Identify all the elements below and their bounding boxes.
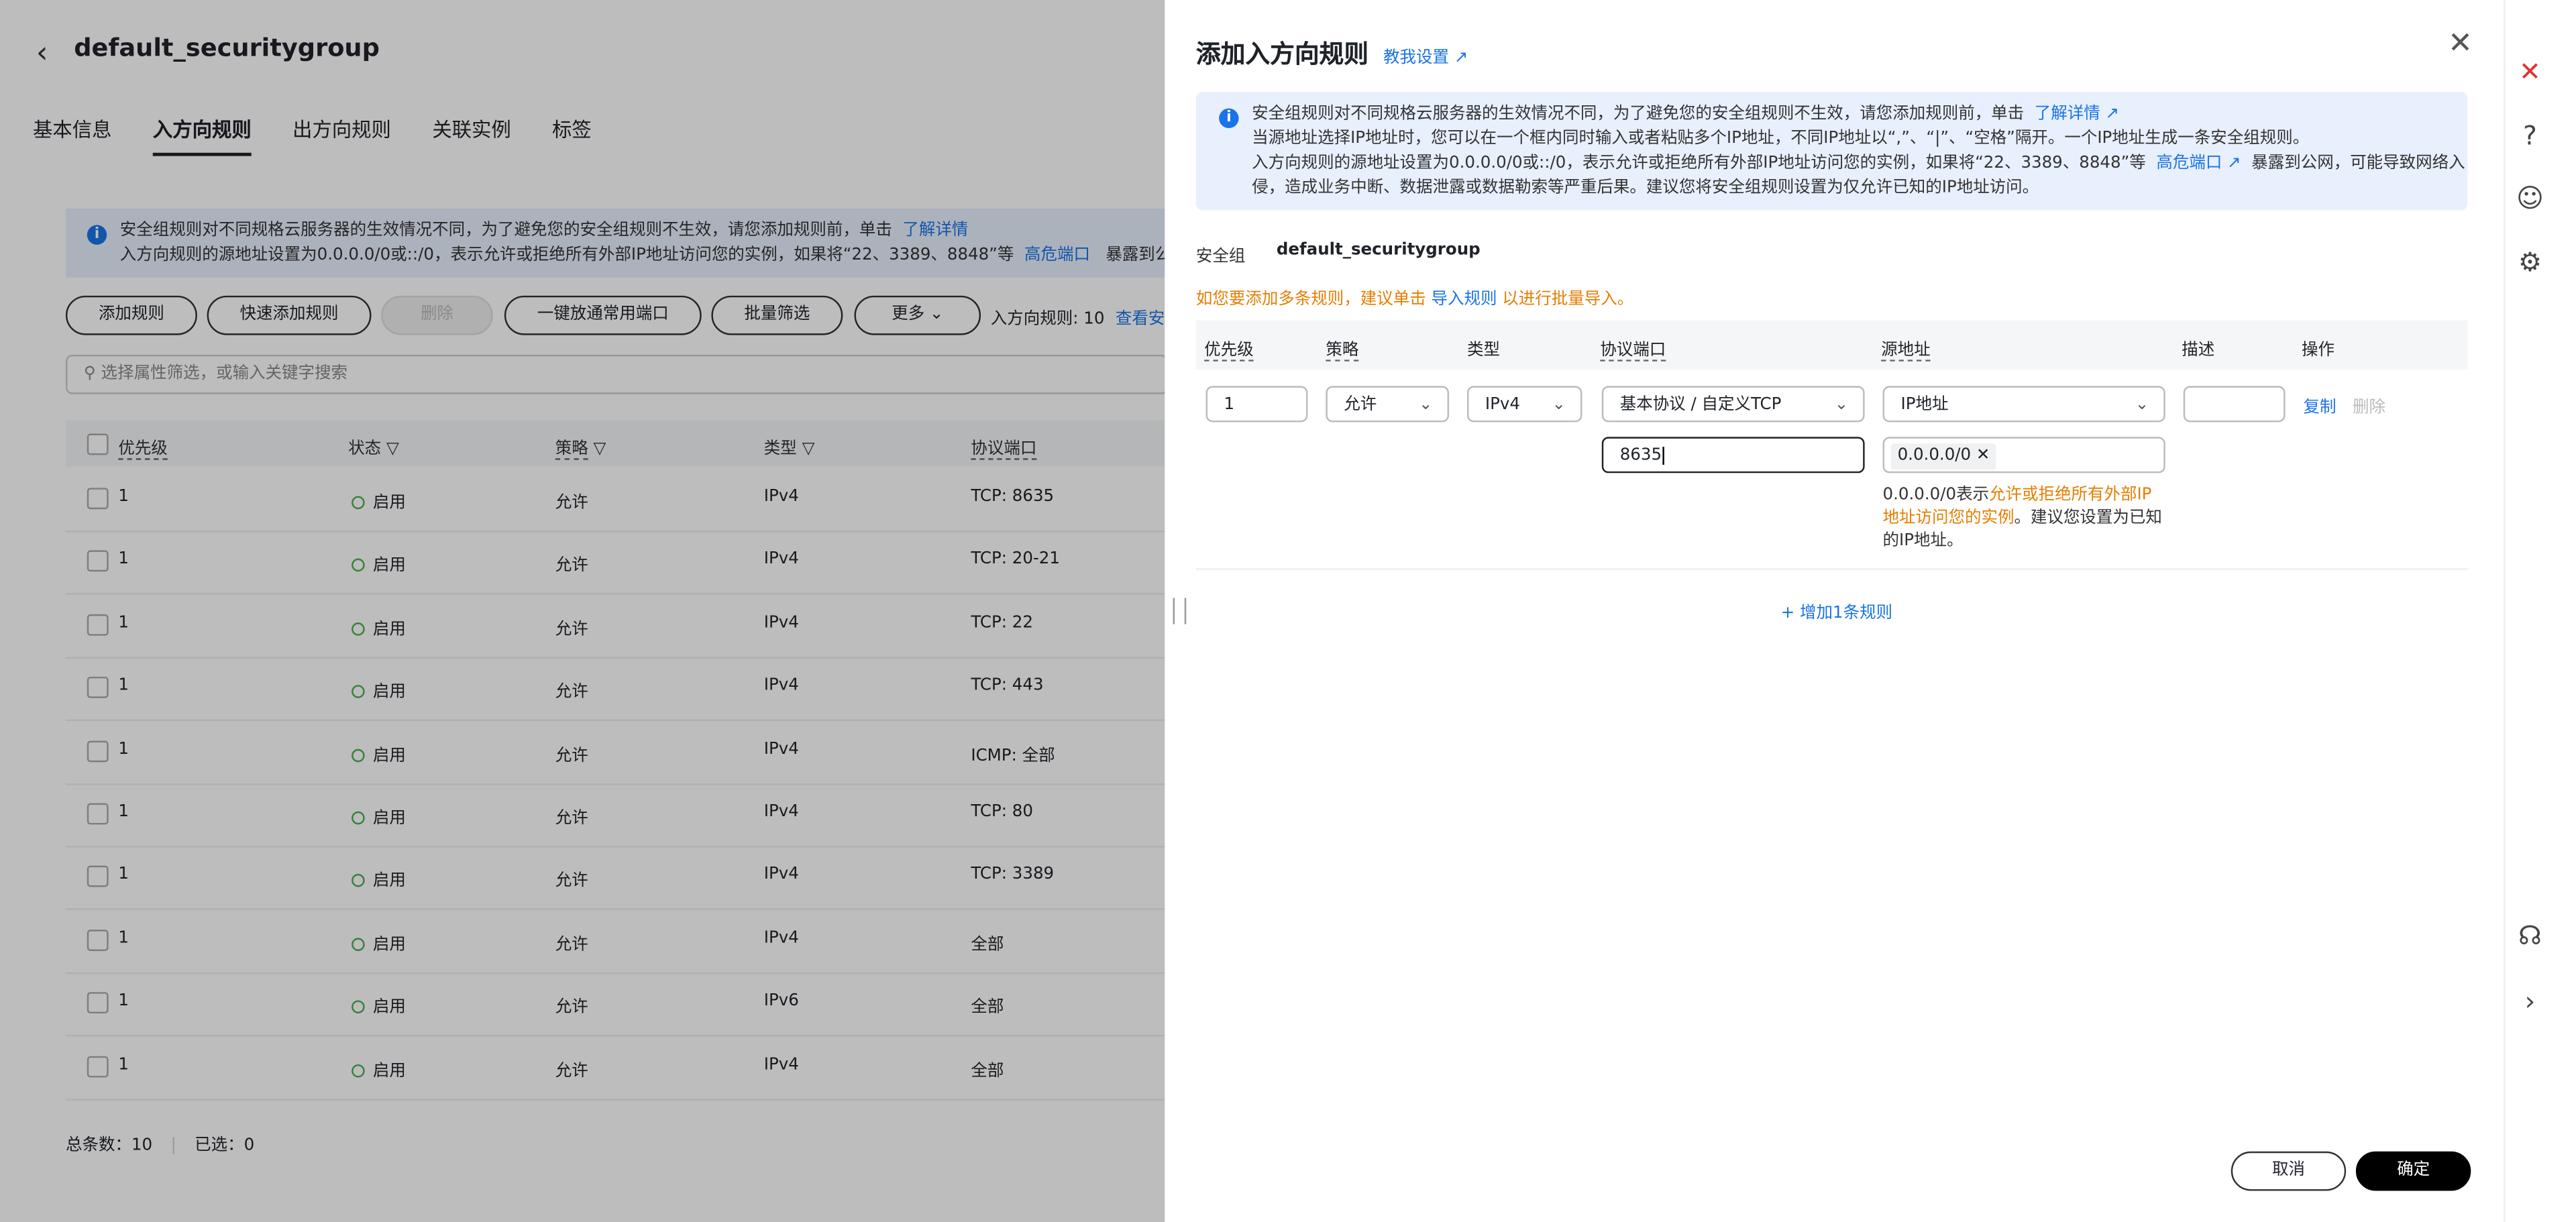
policy-select[interactable]: 允许 ⌄ [1326,386,1450,423]
overlay-mask[interactable] [0,0,1165,1222]
security-group-value: default_securitygroup [1276,241,1481,260]
close-icon[interactable]: ✕ [1976,447,1990,465]
col-operation: 操作 [2302,341,2335,360]
col-type: 类型 [1466,341,1500,360]
help-link[interactable]: 教我设置 ↗ [1383,43,1468,68]
delete-rule-link[interactable]: 删除 [2353,392,2385,417]
feedback-smile-icon[interactable]: ☺ [2515,182,2544,214]
source-type-select[interactable]: IP地址 ⌄ [1882,386,2165,423]
confirm-button[interactable]: 确定 [2355,1151,2471,1191]
drawer-title: 添加入方向规则 [1195,39,1369,69]
logo-icon[interactable]: ✕ [2515,56,2544,87]
source-hint: 0.0.0.0/0表示允许或拒绝所有外部IP地址访问您的实例。建议您设置为已知的… [1882,486,2162,551]
close-icon[interactable]: ✕ [2448,26,2473,60]
col-priority: 优先级 [1204,335,1254,362]
divider [1195,568,2468,570]
support-headset-icon[interactable]: ☊ [2515,920,2544,951]
chevron-right-icon[interactable]: › [2515,985,2544,1017]
source-ip-input[interactable]: 0.0.0.0/0 ✕ [1882,437,2165,474]
learn-more-link[interactable]: 了解详情 [2035,105,2100,123]
chevron-down-icon: ⌄ [2135,396,2149,414]
add-rule-link[interactable]: + 增加1条规则 [1781,598,1892,622]
external-link-icon: ↗ [2105,105,2120,123]
col-policy: 策略 [1326,335,1359,362]
help-icon[interactable]: ? [2515,120,2544,152]
drag-handle[interactable] [1173,598,1187,624]
cancel-button[interactable]: 取消 [2231,1151,2347,1191]
col-port: 协议端口 [1600,335,1666,362]
ip-tag: 0.0.0.0/0 ✕ [1890,443,1997,470]
external-link-icon: ↗ [1454,49,1468,68]
gear-icon[interactable]: ⚙ [2515,246,2544,278]
high-risk-port-link[interactable]: 高危端口 [2156,154,2222,172]
type-select[interactable]: IPv4 ⌄ [1466,386,1582,423]
security-group-label: 安全组 [1195,247,1246,266]
import-rules-link[interactable]: 导入规则 [1432,290,1497,309]
batch-import-hint: 如您要添加多条规则，建议单击 导入规则 以进行批量导入。 [1195,290,1634,309]
info-icon: i [1219,105,1239,130]
col-description: 描述 [2182,341,2215,360]
chevron-down-icon: ⌄ [1552,396,1566,414]
chevron-down-icon: ⌄ [1834,396,1849,414]
drawer-notice: i 安全组规则对不同规格云服务器的生效情况不同，为了避免您的安全组规则不生效，请… [1195,92,2468,211]
priority-input[interactable]: 1 [1205,386,1308,423]
screen: ‹ default_securitygroup 基本信息 入方向规则 出方向规则 关联… [0,0,2576,1222]
col-source: 源地址 [1881,335,1931,362]
port-input[interactable]: 8635 [1601,437,1865,474]
description-input[interactable] [2183,386,2286,423]
external-link-icon: ↗ [2227,154,2241,173]
copy-rule-link[interactable]: 复制 [2303,392,2336,417]
protocol-select[interactable]: 基本协议 / 自定义TCP ⌄ [1601,386,1865,423]
chevron-down-icon: ⌄ [1418,396,1433,414]
rule-form-header: 优先级 策略 类型 协议端口 源地址 描述 操作 [1195,320,2468,370]
